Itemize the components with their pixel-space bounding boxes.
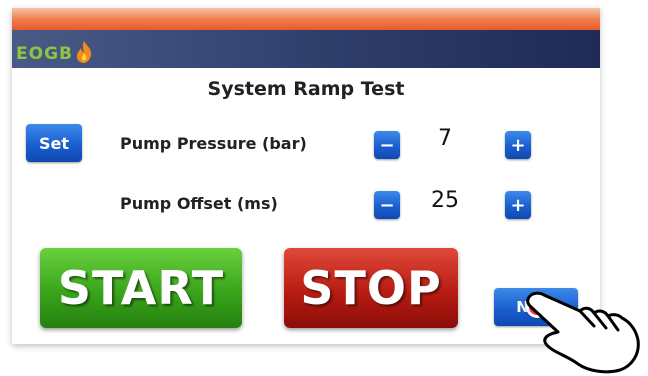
- page-title: System Ramp Test: [207, 78, 405, 100]
- pump-offset-decrease-button[interactable]: −: [374, 191, 400, 219]
- set-button[interactable]: Set: [26, 124, 82, 162]
- top-glow-bar: [12, 8, 600, 30]
- brand-logo: EOGB: [16, 40, 94, 64]
- pointing-hand-icon: [526, 291, 640, 374]
- pump-offset-label: Pump Offset (ms): [120, 194, 278, 213]
- pump-offset-increase-button[interactable]: +: [505, 191, 531, 219]
- logo-text: EOGB: [16, 44, 73, 64]
- device-screen: EOGB System Ramp Test Set Pump Pressure …: [12, 8, 600, 344]
- pump-pressure-increase-button[interactable]: +: [505, 131, 531, 159]
- pump-pressure-value: 7: [438, 126, 452, 151]
- pump-pressure-decrease-button[interactable]: −: [374, 131, 400, 159]
- start-button[interactable]: START: [40, 248, 242, 328]
- pump-offset-value: 25: [431, 188, 459, 213]
- stop-button[interactable]: STOP: [284, 248, 458, 328]
- header-bar: EOGB: [12, 30, 600, 68]
- pump-pressure-label: Pump Pressure (bar): [120, 134, 307, 153]
- flame-icon: [76, 41, 92, 63]
